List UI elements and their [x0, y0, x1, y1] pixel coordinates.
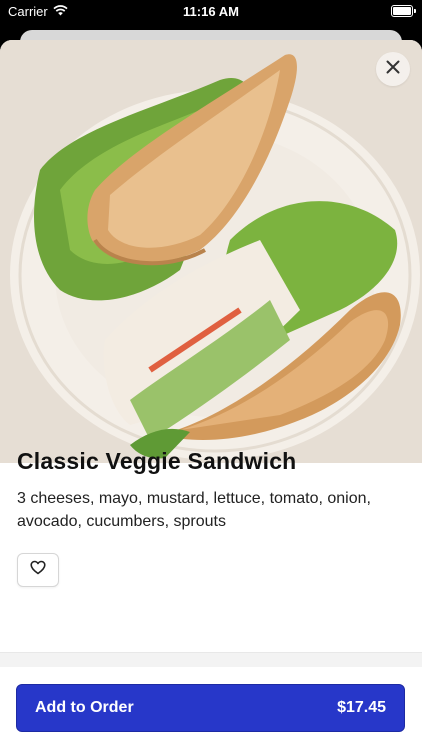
battery-icon — [391, 5, 416, 17]
heart-icon — [30, 560, 46, 580]
add-to-order-button[interactable]: Add to Order $17.45 — [16, 684, 405, 732]
close-button[interactable] — [376, 52, 410, 86]
item-detail-sheet: Classic Veggie Sandwich 3 cheeses, mayo,… — [0, 40, 422, 750]
clock: 11:16 AM — [183, 4, 239, 19]
item-title: Classic Veggie Sandwich — [17, 448, 297, 474]
section-divider — [0, 652, 422, 667]
close-icon — [386, 60, 400, 79]
item-photo — [0, 40, 422, 463]
favorite-button[interactable] — [17, 553, 59, 587]
status-bar: Carrier 11:16 AM — [0, 0, 422, 22]
add-to-order-label: Add to Order — [35, 699, 134, 716]
price-label: $17.45 — [337, 699, 386, 716]
item-info: Classic Veggie Sandwich 3 cheeses, mayo,… — [17, 448, 405, 533]
item-description: 3 cheeses, mayo, mustard, lettuce, tomat… — [17, 490, 371, 530]
